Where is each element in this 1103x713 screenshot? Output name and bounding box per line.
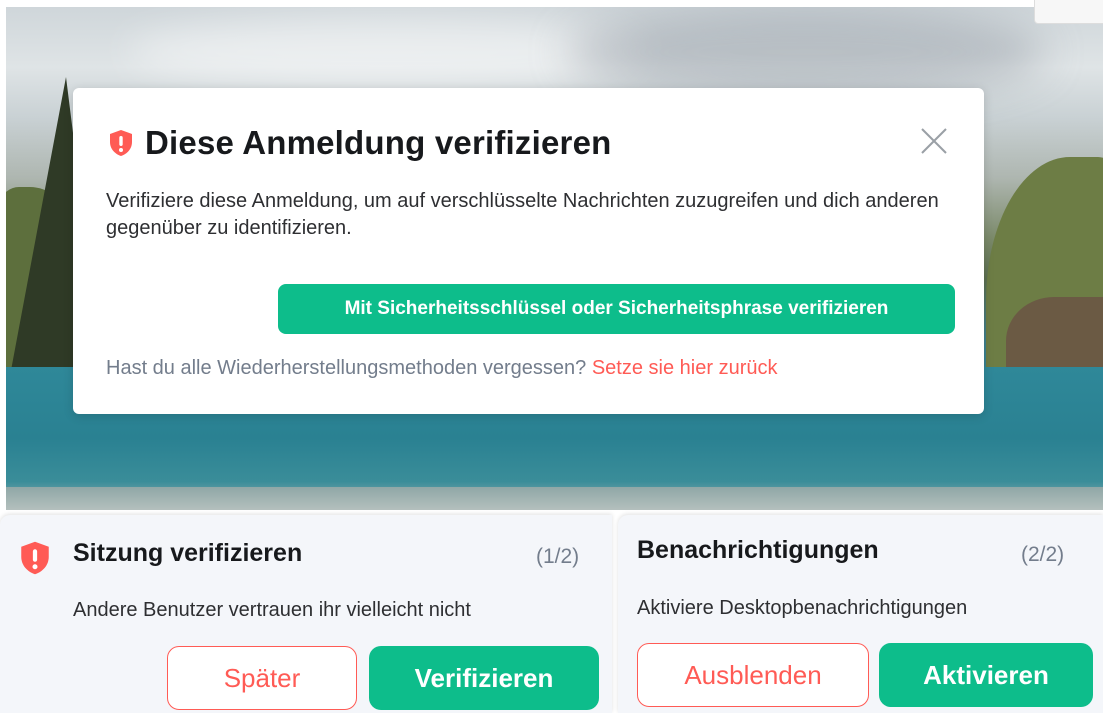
toast-count: (1/2)	[536, 545, 580, 568]
toast-body: Aktiviere Desktopbenachrichtigungen	[637, 597, 968, 619]
toast-verify-session: Sitzung verifizieren (1/2) Andere Benutz…	[0, 515, 612, 713]
dialog-header: Diese Anmeldung verifizieren	[109, 124, 612, 162]
corner-panel	[1034, 0, 1103, 24]
enable-button[interactable]: Aktivieren	[879, 643, 1093, 707]
verify-button[interactable]: Verifizieren	[369, 646, 599, 710]
close-icon[interactable]	[919, 126, 949, 156]
reset-link[interactable]: Setze sie hier zurück	[592, 357, 778, 379]
toast-title: Sitzung verifizieren	[73, 539, 303, 567]
reset-prompt: Hast du alle Wiederherstellungsmethoden …	[106, 357, 587, 379]
toast-notifications: Benachrichtigungen (2/2) Aktiviere Deskt…	[618, 515, 1103, 713]
toast-count: (2/2)	[1021, 543, 1065, 566]
verify-with-security-key-button[interactable]: Mit Sicherheitsschlüssel oder Sicherheit…	[278, 284, 955, 334]
shield-warning-icon	[20, 540, 50, 581]
reset-line: Hast du alle Wiederherstellungsmethoden …	[106, 357, 777, 380]
dialog-title: Diese Anmeldung verifizieren	[145, 124, 612, 161]
toast-body: Andere Benutzer vertrauen ihr vielleicht…	[73, 599, 471, 621]
later-button[interactable]: Später	[167, 646, 357, 710]
background-shore	[6, 487, 1103, 510]
dismiss-button[interactable]: Ausblenden	[637, 643, 869, 707]
background-cloud	[566, 7, 1046, 97]
verify-login-dialog: Diese Anmeldung verifizieren Verifiziere…	[73, 88, 984, 414]
shield-warning-icon	[109, 129, 133, 157]
toast-title: Benachrichtigungen	[637, 536, 879, 564]
dialog-description: Verifiziere diese Anmeldung, um auf vers…	[106, 190, 939, 239]
